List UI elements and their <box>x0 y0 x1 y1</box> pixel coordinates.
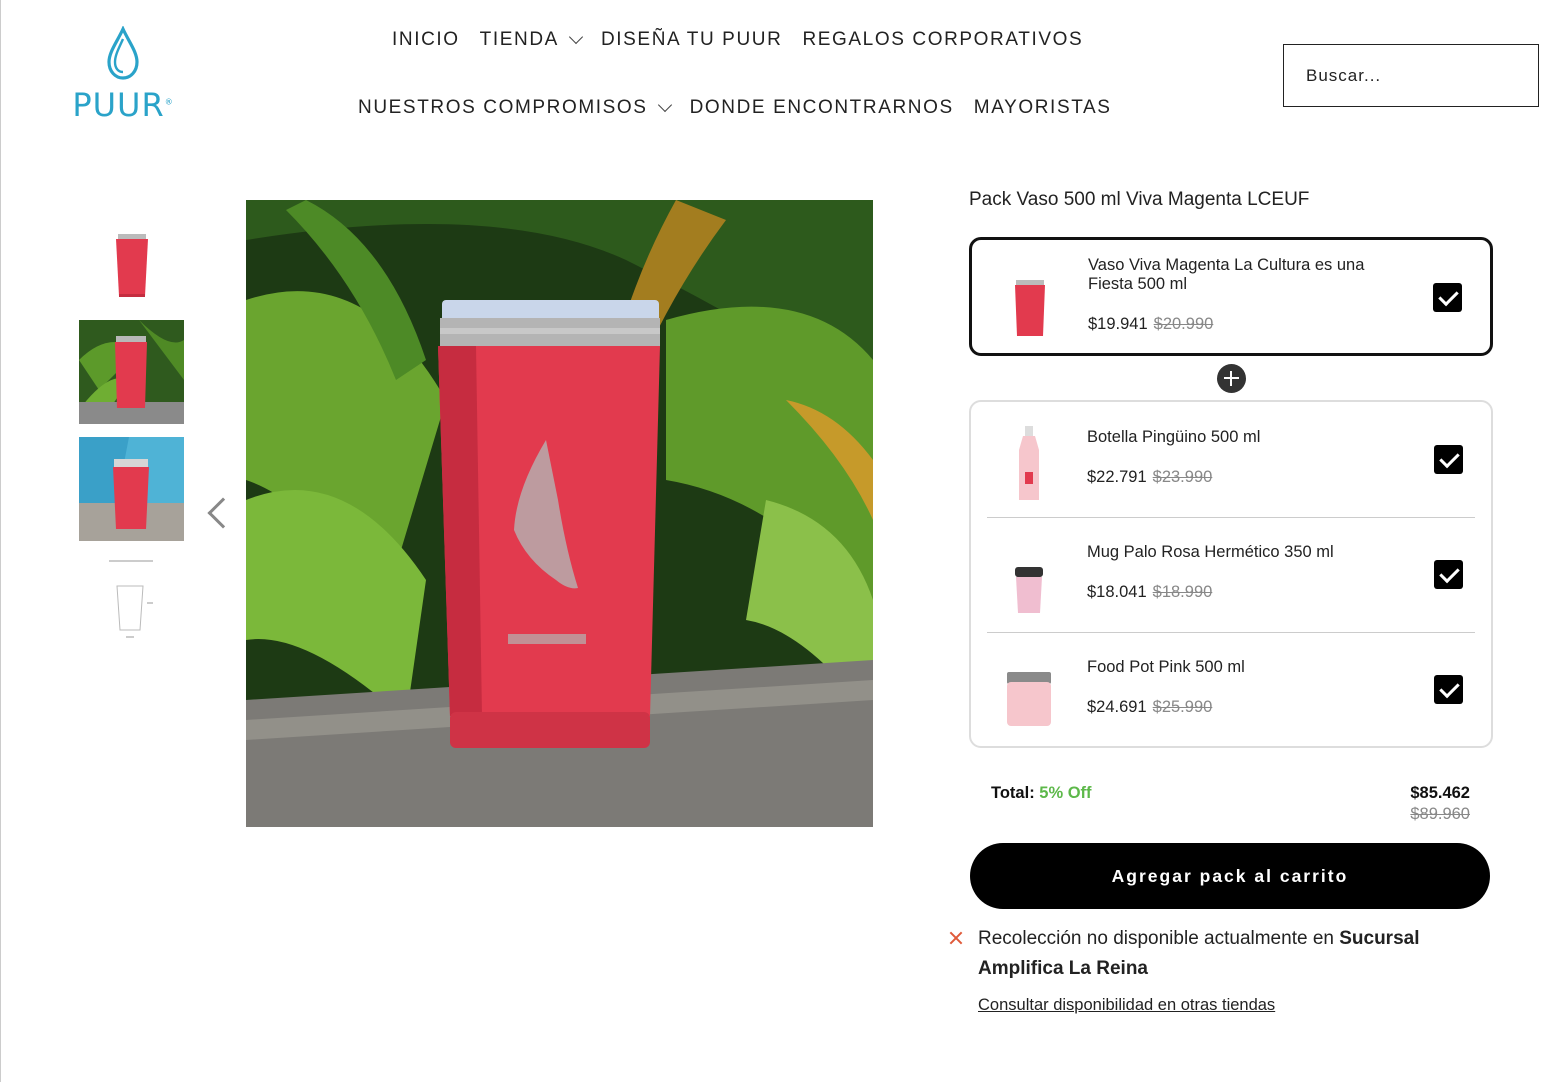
pink-bottle-image <box>1019 426 1039 500</box>
item-name: Food Pot Pink 500 ml <box>1087 658 1245 676</box>
red-tumbler-photo <box>246 200 873 827</box>
main-item-card: Vaso Viva Magenta La Cultura es una Fies… <box>969 237 1493 356</box>
main-nav-row-2: NUESTROS COMPROMISOS DONDE ENCONTRARNOS … <box>358 97 1112 119</box>
item-price: $19.941 $20.990 <box>1088 315 1214 333</box>
addon-items-card: Botella Pingüino 500 ml $22.791 $23.990 M… <box>969 400 1493 748</box>
water-drop-icon <box>107 26 139 80</box>
item-price: $22.791 $23.990 <box>1087 468 1213 486</box>
pink-food-pot-image <box>1007 672 1051 726</box>
tumbler-dimensions-thumbnail <box>109 560 153 638</box>
total-price: $85.462 <box>1410 784 1470 802</box>
main-product-image[interactable] <box>246 200 873 827</box>
search-bar <box>1283 44 1539 107</box>
item-name: Vaso Viva Magenta La Cultura es una Fies… <box>1088 256 1365 293</box>
tumbler-plants-thumbnail <box>79 320 184 424</box>
chevron-down-icon <box>657 97 672 113</box>
main-nav-row-1: INICIO TIENDA DISEÑA TU PUUR REGALOS COR… <box>392 29 1083 51</box>
nav-donde-encontrarnos[interactable]: DONDE ENCONTRARNOS <box>690 97 954 119</box>
chevron-left-icon[interactable] <box>207 497 239 529</box>
page-left-border <box>0 0 1 1082</box>
nav-inicio[interactable]: INICIO <box>392 29 460 51</box>
nav-mayoristas[interactable]: MAYORISTAS <box>974 97 1112 119</box>
total-label: Total: 5% Off <box>991 784 1092 802</box>
item-checkbox[interactable] <box>1434 560 1463 589</box>
thumbnail-3[interactable] <box>79 437 184 541</box>
item-checkbox[interactable] <box>1433 283 1462 312</box>
chevron-down-icon <box>568 29 584 45</box>
brand-name: PUUR® <box>72 86 174 124</box>
pack-item: Mug Palo Rosa Hermético 350 ml $18.041 $1… <box>971 517 1491 632</box>
check-other-stores-link[interactable]: Consultar disponibilidad en otras tienda… <box>978 996 1275 1015</box>
item-name: Botella Pingüino 500 ml <box>1087 428 1261 446</box>
pack-item: Vaso Viva Magenta La Cultura es una Fies… <box>972 240 1490 355</box>
pack-item: Botella Pingüino 500 ml $22.791 $23.990 <box>971 402 1491 517</box>
discount-badge: 5% Off <box>1039 784 1092 802</box>
search-input[interactable] <box>1306 65 1527 86</box>
nav-disena-tu-puur[interactable]: DISEÑA TU PUUR <box>601 29 782 51</box>
item-price: $18.041 $18.990 <box>1087 583 1213 601</box>
red-tumbler-image <box>1015 280 1045 336</box>
pack-item: Food Pot Pink 500 ml $24.691 $25.990 <box>971 632 1491 747</box>
thumbnail-2[interactable] <box>79 320 184 424</box>
thumbnail-4[interactable] <box>79 554 184 658</box>
total-old-price: $89.960 <box>1410 805 1470 823</box>
item-price: $24.691 $25.990 <box>1087 698 1213 716</box>
item-name: Mug Palo Rosa Hermético 350 ml <box>1087 543 1334 561</box>
thumbnail-1[interactable] <box>79 214 184 318</box>
item-checkbox[interactable] <box>1434 675 1463 704</box>
item-checkbox[interactable] <box>1434 445 1463 474</box>
nav-tienda[interactable]: TIENDA <box>480 29 584 51</box>
plus-icon <box>1217 364 1246 393</box>
brand-logo[interactable]: PUUR® <box>68 26 178 124</box>
pack-title: Pack Vaso 500 ml Viva Magenta LCEUF <box>969 189 1310 210</box>
nav-regalos-corporativos[interactable]: REGALOS CORPORATIVOS <box>802 29 1083 51</box>
add-pack-to-cart-button[interactable]: Agregar pack al carrito <box>970 843 1490 909</box>
tumbler-pool-thumbnail <box>79 437 184 541</box>
pickup-availability-text: Recolección no disponible actualmente en… <box>978 928 1420 979</box>
close-icon <box>948 930 964 946</box>
red-tumbler-thumbnail <box>116 234 148 297</box>
nav-nuestros-compromisos[interactable]: NUESTROS COMPROMISOS <box>358 97 672 119</box>
pink-mug-image <box>1015 567 1043 613</box>
